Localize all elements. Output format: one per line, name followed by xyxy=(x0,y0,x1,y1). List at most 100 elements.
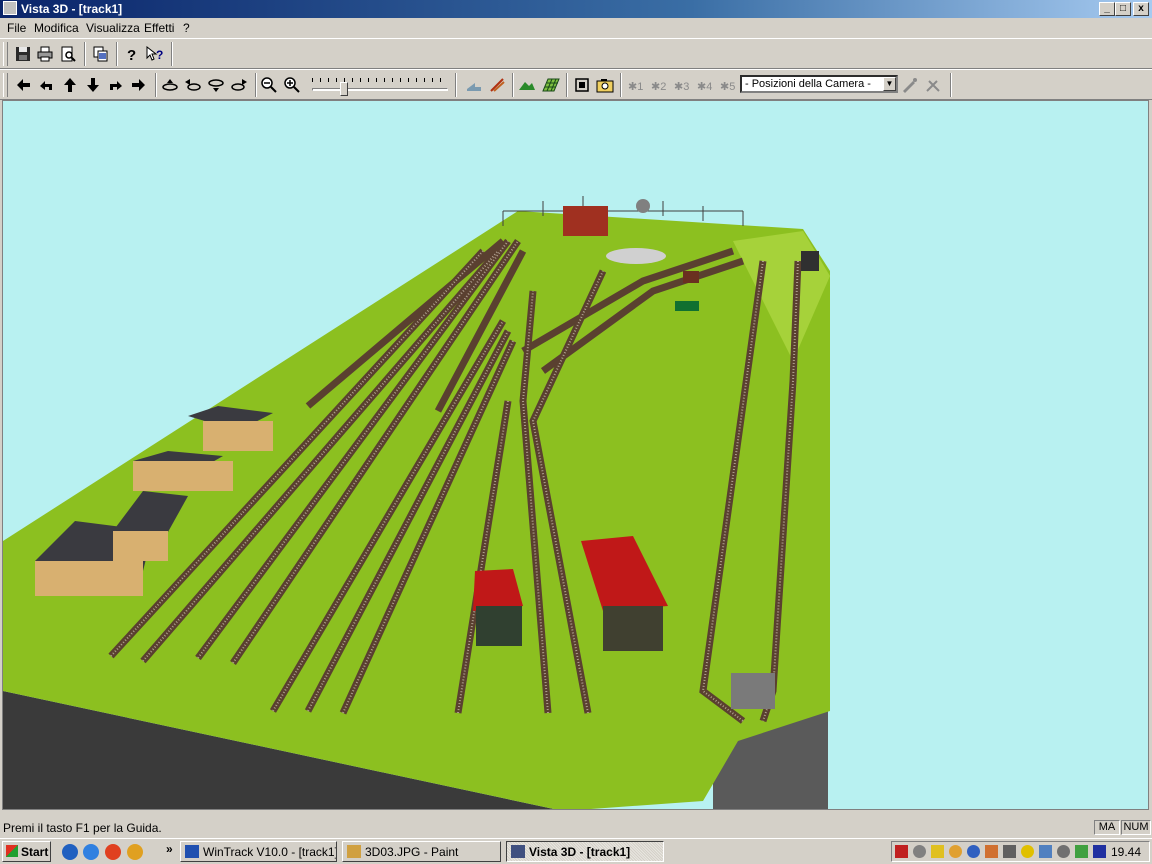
zoom-out-icon[interactable] xyxy=(258,74,280,96)
toolbar-separator xyxy=(155,73,157,97)
ie-icon[interactable] xyxy=(62,844,78,860)
media-icon[interactable] xyxy=(105,844,121,860)
menu-help[interactable]: ? xyxy=(183,21,190,35)
print-icon[interactable] xyxy=(34,43,56,65)
task-vista-3d[interactable]: Vista 3D - [track1] xyxy=(506,841,664,862)
help-icon[interactable]: ? xyxy=(120,43,142,65)
minimize-button[interactable]: _ xyxy=(1099,2,1115,16)
copy-icon[interactable] xyxy=(90,43,112,65)
camera-position-5-icon[interactable]: ✱5 xyxy=(716,74,738,96)
zoom-in-icon[interactable] xyxy=(281,74,303,96)
maximize-button[interactable]: □ xyxy=(1115,2,1131,16)
outlook-icon[interactable] xyxy=(83,844,99,860)
menu-visualizza[interactable]: Visualizza xyxy=(86,21,140,35)
task-paint[interactable]: 3D03.JPG - Paint xyxy=(342,841,501,862)
water-tower xyxy=(636,199,650,213)
ground-icon[interactable] xyxy=(463,74,485,96)
camera-right-icon[interactable] xyxy=(228,74,250,96)
arrow-right-icon[interactable] xyxy=(128,74,150,96)
arrow-down-icon[interactable] xyxy=(82,74,104,96)
window-titlebar[interactable]: Vista 3D - [track1] _ □ x xyxy=(0,0,1152,18)
camera-position-4-icon[interactable]: ✱4 xyxy=(693,74,715,96)
player-icon[interactable] xyxy=(127,844,143,860)
tunnel-portal-upper xyxy=(801,251,819,271)
svg-text:?: ? xyxy=(156,48,163,62)
task-wintrack[interactable]: WinTrack V10.0 - [track1] xyxy=(180,841,337,862)
navigation-toolbar: ✱1 ✱2 ✱3 ✱4 ✱5 xyxy=(0,69,1152,100)
depot-building xyxy=(563,206,608,236)
grid-icon[interactable] xyxy=(540,74,562,96)
camera-position-1-icon[interactable]: ✱1 xyxy=(624,74,646,96)
windows-logo-icon xyxy=(6,845,18,857)
tray-icon[interactable] xyxy=(985,845,998,858)
camera-delete-icon[interactable] xyxy=(923,74,945,96)
camera-up-icon[interactable] xyxy=(159,74,181,96)
context-help-icon[interactable]: ? xyxy=(144,43,166,65)
tray-icon[interactable] xyxy=(1093,845,1106,858)
zoom-slider[interactable] xyxy=(312,74,448,96)
rail-icon[interactable] xyxy=(486,74,508,96)
tray-icon[interactable] xyxy=(1075,845,1088,858)
svg-text:✱2: ✱2 xyxy=(651,81,666,93)
menu-file[interactable]: File xyxy=(7,21,26,35)
camera-position-3-icon[interactable]: ✱3 xyxy=(670,74,692,96)
volume-icon[interactable] xyxy=(1003,845,1016,858)
network-icon[interactable] xyxy=(1039,845,1052,858)
tray-icon[interactable] xyxy=(949,845,962,858)
snapshot-icon[interactable] xyxy=(594,74,616,96)
save-icon[interactable] xyxy=(12,43,34,65)
camera-position-2-icon[interactable]: ✱2 xyxy=(647,74,669,96)
turn-left-icon[interactable] xyxy=(35,74,57,96)
turntable xyxy=(606,248,666,264)
toolbar-separator xyxy=(171,42,173,66)
window-title: Vista 3D - [track1] xyxy=(21,2,123,16)
crane-base xyxy=(675,301,699,311)
clock[interactable]: 19.44 xyxy=(1111,845,1141,859)
camera-left-icon[interactable] xyxy=(182,74,204,96)
wintrack-icon xyxy=(185,845,199,858)
train-app-icon xyxy=(3,1,17,15)
menu-effetti[interactable]: Effetti xyxy=(144,21,174,35)
chevron-down-icon[interactable]: ▼ xyxy=(883,77,896,91)
camera-edit-icon[interactable] xyxy=(899,74,921,96)
tray-shield-icon[interactable] xyxy=(931,845,944,858)
zoom-slider-thumb[interactable] xyxy=(340,82,348,96)
toolbar-separator xyxy=(455,73,457,97)
close-button[interactable]: x xyxy=(1133,2,1149,16)
vista-3d-icon xyxy=(511,845,525,858)
svg-text:✱5: ✱5 xyxy=(720,81,735,93)
tray-icon[interactable] xyxy=(895,845,908,858)
tray-icon[interactable] xyxy=(1021,845,1034,858)
standard-toolbar: ? ? xyxy=(0,38,1152,69)
toolbar-separator xyxy=(512,73,514,97)
svg-text:?: ? xyxy=(127,47,136,62)
toolbar-separator xyxy=(566,73,568,97)
tray-icon[interactable] xyxy=(913,845,926,858)
menu-bar: File Modifica Visualizza Effetti ? xyxy=(0,18,1152,38)
start-button[interactable]: Start xyxy=(2,841,51,862)
tray-icon[interactable] xyxy=(967,845,980,858)
status-text: Premi il tasto F1 per la Guida. xyxy=(3,821,162,835)
menu-modifica[interactable]: Modifica xyxy=(34,21,79,35)
arrow-up-icon[interactable] xyxy=(59,74,81,96)
camera-positions-value: - Posizioni della Camera - xyxy=(745,78,871,90)
camera-down-icon[interactable] xyxy=(205,74,227,96)
zoom-slider-ticks xyxy=(312,78,448,82)
arrow-left-icon[interactable] xyxy=(12,74,34,96)
toolbar-grip[interactable] xyxy=(3,73,8,97)
toolbar-separator xyxy=(620,73,622,97)
task-label: WinTrack V10.0 - [track1] xyxy=(203,845,337,859)
toolbar-grip[interactable] xyxy=(3,42,8,66)
quicklaunch-overflow[interactable]: » xyxy=(166,842,173,856)
fullscreen-icon[interactable] xyxy=(571,74,593,96)
svg-text:✱1: ✱1 xyxy=(628,81,643,93)
toolbar-separator xyxy=(950,73,952,97)
3d-viewport[interactable] xyxy=(2,100,1149,810)
landscape-icon[interactable] xyxy=(516,74,538,96)
turn-right-icon[interactable] xyxy=(105,74,127,96)
toolbar-separator xyxy=(255,73,257,97)
print-preview-icon[interactable] xyxy=(57,43,79,65)
camera-positions-dropdown[interactable]: - Posizioni della Camera - ▼ xyxy=(740,75,898,93)
3d-layout-scene xyxy=(3,196,830,809)
tray-icon[interactable] xyxy=(1057,845,1070,858)
